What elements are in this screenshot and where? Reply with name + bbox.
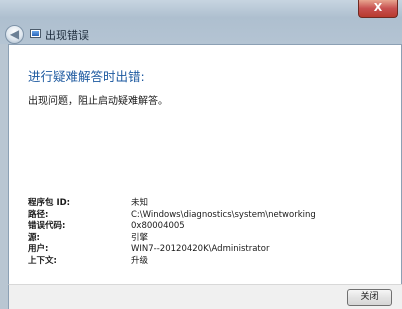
detail-label: 上下文: (28, 255, 57, 266)
error-description: 出现问题，阻止启动疑难解答。 (28, 96, 168, 107)
detail-row-source: 源: 引擎 (28, 233, 388, 245)
detail-label: 用户: (28, 244, 49, 254)
dialog-footer: 关闭 (8, 284, 402, 309)
detail-label: 程序包 ID: (28, 198, 71, 208)
close-icon: X (373, 1, 383, 14)
window-close-button[interactable]: X (358, 0, 398, 18)
error-details: 程序包 ID: 未知 路径: C:\Windows\diagnostics\syst… (28, 198, 388, 267)
detail-value: C:\Windows\diagnostics\system\networking (131, 209, 316, 220)
dialog-content: 进行疑难解答时出错: 出现问题，阻止启动疑难解答。 程序包 ID: 未知 路径: C… (8, 44, 402, 284)
title-bar: X ◀ 出现错误 (0, 0, 402, 44)
detail-value: 0x80004005 (131, 221, 185, 231)
close-button[interactable]: 关闭 (347, 289, 392, 306)
page-title: 进行疑难解答时出错: (28, 69, 145, 84)
troubleshooter-icon (30, 29, 41, 38)
detail-row-path: 路径: C:\Windows\diagnostics\system\network… (28, 210, 388, 222)
detail-row-context: 上下文: 升级 (28, 256, 388, 268)
detail-row-error-code: 错误代码: 0x80004005 (28, 221, 388, 233)
detail-value: 未知 (131, 198, 149, 208)
back-arrow-icon: ◀ (9, 27, 20, 41)
detail-value: 升级 (131, 255, 149, 266)
window-title: 出现错误 (45, 29, 89, 42)
detail-value: WIN7--20120420K\Administrator (131, 244, 270, 254)
detail-label: 路径: (28, 209, 49, 220)
detail-value: 引擎 (131, 232, 149, 243)
detail-label: 错误代码: (28, 221, 66, 231)
detail-row-package-id: 程序包 ID: 未知 (28, 198, 388, 210)
detail-label: 源: (28, 232, 40, 243)
detail-row-user: 用户: WIN7--20120420K\Administrator (28, 244, 388, 256)
back-button[interactable]: ◀ (5, 25, 24, 44)
